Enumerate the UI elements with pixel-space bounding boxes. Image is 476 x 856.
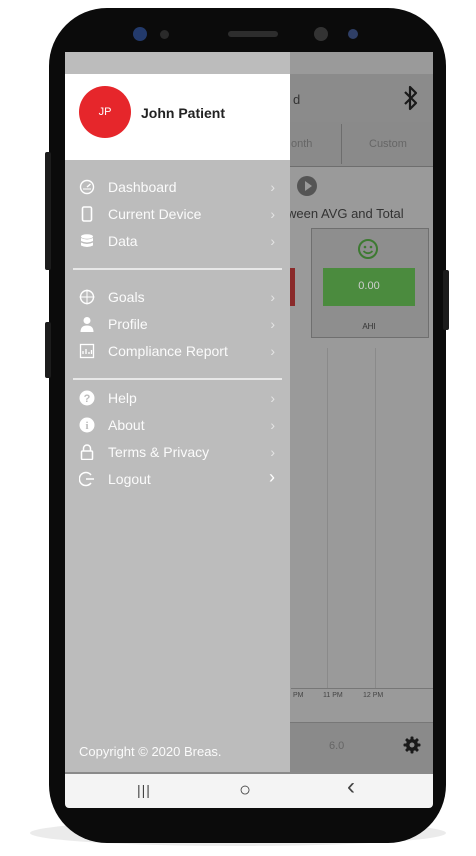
phone-device-icon bbox=[81, 206, 93, 222]
menu-item-goals[interactable]: Goals › bbox=[79, 285, 279, 309]
home-icon[interactable]: ○ bbox=[239, 778, 251, 802]
volume-button bbox=[45, 152, 51, 270]
chevron-right-icon: › bbox=[270, 343, 275, 359]
chevron-right-icon: › bbox=[269, 467, 275, 487]
chevron-right-icon: › bbox=[270, 417, 275, 433]
menu-divider bbox=[73, 268, 282, 270]
help-circle-icon: ? bbox=[79, 390, 95, 406]
navigation-drawer: JP John Patient Dashboard › Current Devi… bbox=[65, 52, 290, 772]
menu-label: Logout bbox=[108, 471, 151, 487]
app-title-fragment: d bbox=[293, 92, 301, 107]
user-name: John Patient bbox=[141, 105, 226, 121]
menu-label: About bbox=[108, 417, 145, 433]
chevron-right-icon: › bbox=[270, 289, 275, 305]
chevron-right-icon: › bbox=[270, 390, 275, 406]
bottom-value: 6.0 bbox=[329, 740, 345, 752]
gear-icon[interactable] bbox=[403, 736, 421, 754]
chevron-right-icon: › bbox=[270, 233, 275, 249]
target-icon bbox=[79, 289, 95, 305]
play-icon[interactable] bbox=[297, 176, 317, 196]
chart-axis bbox=[291, 688, 433, 689]
menu-label: Goals bbox=[108, 289, 145, 305]
bixby-button bbox=[45, 322, 51, 378]
menu-item-data[interactable]: Data › bbox=[79, 229, 279, 253]
tile-value: 0.00 bbox=[358, 280, 380, 292]
menu-item-compliance-report[interactable]: Compliance Report › bbox=[79, 339, 279, 363]
copyright-text: Copyright © 2020 Breas. bbox=[79, 744, 222, 759]
tab-divider bbox=[341, 124, 342, 164]
info-circle-icon: i bbox=[79, 417, 95, 433]
menu-item-logout[interactable]: Logout › bbox=[79, 467, 279, 491]
menu-label: Profile bbox=[108, 316, 148, 332]
smiley-icon bbox=[358, 239, 378, 259]
back-icon[interactable]: ‹ bbox=[347, 775, 355, 799]
logout-icon bbox=[79, 471, 94, 487]
time-label: PM bbox=[293, 692, 304, 699]
chevron-right-icon: › bbox=[270, 444, 275, 460]
svg-text:?: ? bbox=[84, 393, 91, 405]
chart-gridline bbox=[327, 348, 328, 688]
power-button bbox=[443, 270, 449, 330]
menu-item-profile[interactable]: Profile › bbox=[79, 312, 279, 336]
bluetooth-icon[interactable] bbox=[401, 84, 421, 112]
chart-gridline bbox=[375, 348, 376, 688]
tab-custom[interactable]: Custom bbox=[369, 138, 407, 150]
phone-screen: d onth Custom ween AVG and Total 0.00 AH… bbox=[65, 52, 433, 778]
database-icon bbox=[81, 234, 93, 247]
menu-item-dashboard[interactable]: Dashboard › bbox=[79, 175, 279, 199]
menu-label: Data bbox=[108, 233, 138, 249]
chevron-right-icon: › bbox=[270, 179, 275, 195]
menu-label: Dashboard bbox=[108, 179, 177, 195]
chart-subtitle: ween AVG and Total bbox=[287, 206, 404, 221]
menu-label: Help bbox=[108, 390, 137, 406]
speedometer-icon bbox=[79, 179, 95, 195]
person-icon bbox=[80, 317, 94, 332]
chevron-right-icon: › bbox=[270, 316, 275, 332]
report-icon bbox=[79, 343, 95, 359]
menu-item-current-device[interactable]: Current Device › bbox=[79, 202, 279, 226]
recents-icon[interactable]: ||| bbox=[137, 778, 151, 802]
chevron-right-icon: › bbox=[270, 206, 275, 222]
tab-month[interactable]: onth bbox=[291, 138, 312, 150]
time-label: 12 PM bbox=[363, 692, 384, 699]
menu-label: Compliance Report bbox=[108, 343, 228, 359]
menu-label: Current Device bbox=[108, 206, 202, 222]
menu-item-terms-privacy[interactable]: Terms & Privacy › bbox=[79, 440, 279, 464]
system-nav-bar: ||| ○ ‹ bbox=[65, 774, 433, 808]
menu-item-help[interactable]: ? Help › bbox=[79, 386, 279, 410]
avatar[interactable]: JP bbox=[79, 86, 131, 138]
time-label: 11 PM bbox=[323, 692, 343, 699]
svg-text:i: i bbox=[85, 420, 88, 432]
lock-icon bbox=[80, 444, 94, 460]
menu-label: Terms & Privacy bbox=[108, 444, 210, 460]
menu-item-about[interactable]: i About › bbox=[79, 413, 279, 437]
menu-divider bbox=[73, 378, 282, 380]
tile-label: AHI bbox=[362, 322, 376, 331]
